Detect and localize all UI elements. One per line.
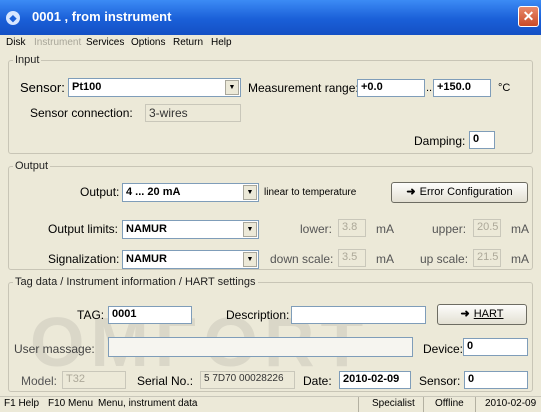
user-message-input[interactable]: [108, 337, 413, 357]
menu-return[interactable]: Return: [173, 37, 203, 48]
status-divider: [423, 397, 424, 412]
sensor-select[interactable]: Pt100 ▼: [68, 78, 241, 97]
app-icon[interactable]: ◆: [6, 11, 20, 25]
input-legend: Input: [15, 54, 40, 66]
sensor-label: Sensor:: [20, 80, 65, 95]
status-divider: [475, 397, 476, 412]
output-legend: Output: [15, 160, 49, 172]
menu-help[interactable]: Help: [211, 37, 232, 48]
lower-unit: mA: [376, 222, 394, 236]
chevron-down-icon[interactable]: ▼: [243, 222, 257, 237]
menu-options[interactable]: Options: [131, 37, 165, 48]
measurement-range-label: Measurement range:: [248, 81, 359, 95]
status-mode: Offline: [435, 398, 464, 409]
error-configuration-button[interactable]: ➜ Error Configuration: [391, 182, 528, 203]
tag-label: TAG:: [77, 308, 105, 322]
lower-input: 3.8: [338, 219, 366, 237]
range-high-input[interactable]: +150.0: [433, 79, 491, 97]
status-help[interactable]: F1 Help: [4, 398, 39, 409]
down-scale-unit: mA: [376, 252, 394, 266]
upper-input: 20.5: [473, 219, 501, 237]
output-limits-select[interactable]: NAMUR ▼: [122, 220, 259, 239]
status-date: 2010-02-09: [485, 398, 537, 409]
upper-label: upper:: [432, 222, 467, 236]
close-button[interactable]: ✕: [518, 6, 539, 27]
down-scale-input: 3.5: [338, 249, 366, 267]
output-limits-value: NAMUR: [126, 223, 167, 235]
menu-disk[interactable]: Disk: [6, 37, 25, 48]
up-scale-unit: mA: [511, 252, 529, 266]
menu-bar: Disk Instrument Services Options Return …: [0, 35, 541, 51]
arrow-right-icon: ➜: [460, 308, 470, 320]
sensor-connection-label: Sensor connection:: [30, 106, 133, 120]
window-title: 0001 , from instrument: [32, 9, 172, 24]
damping-label: Damping:: [414, 134, 466, 148]
model-value: T32: [62, 371, 126, 389]
sensor-connection-value: 3-wires: [145, 104, 241, 122]
user-message-label: User massage:: [14, 342, 95, 356]
output-select-value: 4 ... 20 mA: [126, 186, 181, 198]
signalization-select[interactable]: NAMUR ▼: [122, 250, 259, 269]
device-label: Device:: [423, 342, 464, 356]
tag-input[interactable]: 0001: [108, 306, 192, 324]
chevron-down-icon[interactable]: ▼: [243, 185, 257, 200]
date-label: Date:: [303, 374, 332, 388]
error-configuration-label: Error Configuration: [419, 186, 513, 198]
damping-input[interactable]: 0: [469, 131, 495, 149]
output-label: Output:: [80, 185, 120, 199]
signalization-value: NAMUR: [126, 253, 167, 265]
serial-value: 5 7D70 00028226: [200, 371, 295, 389]
sensor-id-input[interactable]: 0: [464, 371, 528, 389]
status-menu[interactable]: F10 Menu: [48, 398, 93, 409]
menu-services[interactable]: Services: [86, 37, 124, 48]
device-input[interactable]: 0: [463, 338, 528, 356]
linear-note: linear to temperature: [264, 187, 357, 198]
sensor-select-value: Pt100: [72, 81, 102, 93]
hart-button[interactable]: ➜ HART: [437, 304, 527, 325]
description-label: Description:: [226, 308, 290, 322]
output-select[interactable]: 4 ... 20 mA ▼: [122, 183, 259, 202]
chevron-down-icon[interactable]: ▼: [243, 252, 257, 267]
date-input[interactable]: 2010-02-09: [339, 371, 411, 389]
menu-instrument: Instrument: [34, 37, 82, 48]
signalization-label: Signalization:: [48, 252, 120, 266]
hart-button-label: HART: [473, 308, 504, 320]
range-low-input[interactable]: +0.0: [357, 79, 425, 97]
up-scale-label: up scale:: [420, 252, 469, 266]
down-scale-label: down scale:: [270, 252, 334, 266]
output-limits-label: Output limits:: [48, 222, 119, 236]
chevron-down-icon[interactable]: ▼: [225, 80, 239, 95]
description-input[interactable]: [291, 306, 426, 324]
upper-unit: mA: [511, 222, 529, 236]
model-label: Model:: [21, 374, 58, 388]
status-info: Menu, instrument data: [98, 398, 198, 409]
serial-label: Serial No.:: [137, 374, 194, 388]
up-scale-input: 21.5: [473, 249, 501, 267]
sensor-id-label: Sensor:: [419, 374, 461, 388]
lower-label: lower:: [300, 222, 333, 236]
status-divider: [358, 397, 359, 412]
arrow-right-icon: ➜: [406, 186, 416, 198]
title-bar: ◆ 0001 , from instrument ✕: [0, 0, 541, 35]
range-unit: °C: [498, 82, 511, 94]
tag-legend: Tag data / Instrument information / HART…: [15, 276, 256, 288]
status-bar: F1 Help F10 Menu Menu, instrument data S…: [0, 396, 541, 412]
status-role: Specialist: [372, 398, 415, 409]
